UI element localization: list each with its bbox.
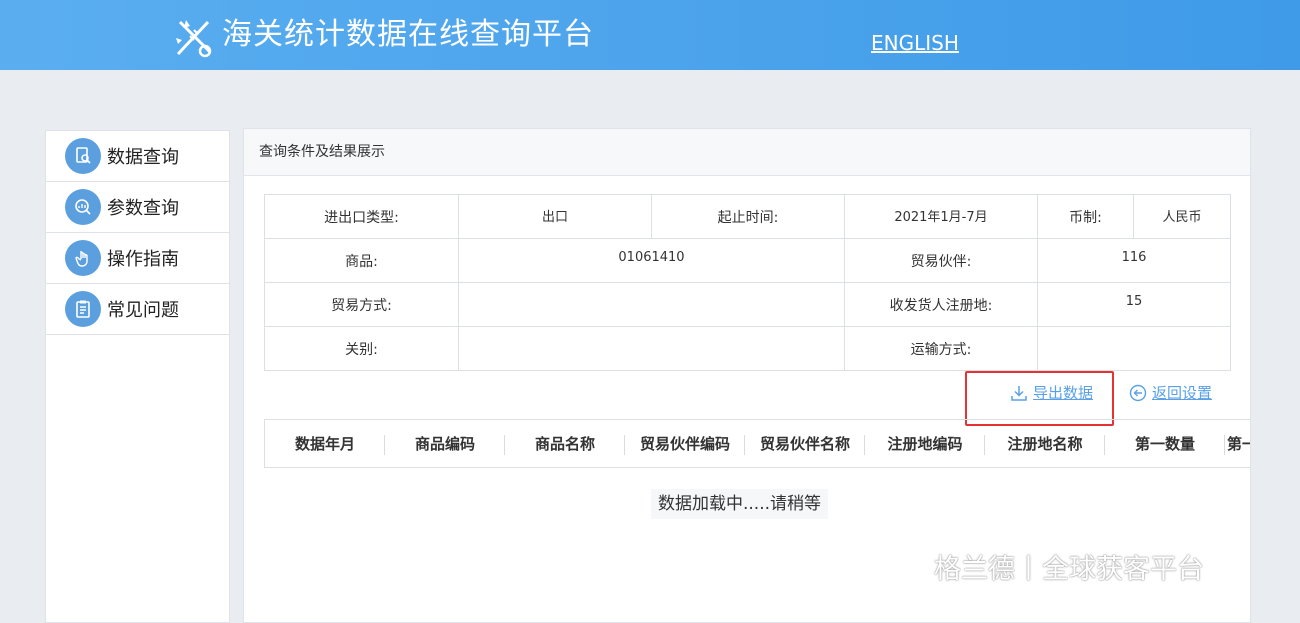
column-header[interactable]: 注册地名称 <box>985 420 1105 467</box>
commodity-label: 商品: <box>264 238 459 283</box>
sidebar-item-label: 常见问题 <box>107 300 179 321</box>
column-header[interactable]: 注册地编码 <box>865 420 985 467</box>
sidebar-item-data-query[interactable]: 数据查询 <box>46 131 229 182</box>
hand-pointer-icon <box>65 240 101 276</box>
transport-label: 运输方式: <box>844 326 1038 371</box>
top-header: 海关统计数据在线查询平台 ENGLISH <box>0 0 1300 70</box>
trade-type-value: 出口 <box>458 194 652 239</box>
watermark: 格兰德丨全球获客平台 <box>878 546 1204 586</box>
back-to-settings-button[interactable]: 返回设置 <box>1129 382 1212 403</box>
period-label: 起止时间: <box>651 194 845 239</box>
wechat-icon <box>878 547 925 584</box>
currency-value: 人民币 <box>1133 194 1231 239</box>
column-header[interactable]: 贸易伙伴名称 <box>745 420 865 467</box>
loading-message: 数据加载中.....请稍等 <box>651 489 829 519</box>
query-conditions-table: 进出口类型: 出口 起止时间: 2021年1月-7月 币制: 人民币 商品: 0… <box>264 194 1231 371</box>
trade-mode-value <box>458 282 845 327</box>
column-header[interactable]: 贸易伙伴编码 <box>625 420 745 467</box>
clipboard-icon <box>65 291 101 327</box>
sidebar-item-faq[interactable]: 常见问题 <box>46 284 229 335</box>
sidebar: 数据查询 参数查询 操作指南 常见问题 <box>45 130 230 623</box>
panel-title: 查询条件及结果展示 <box>244 129 1250 176</box>
transport-value <box>1037 326 1231 371</box>
sidebar-item-guide[interactable]: 操作指南 <box>46 233 229 284</box>
arrow-left-circle-icon <box>1129 384 1147 401</box>
sidebar-item-label: 操作指南 <box>107 249 179 270</box>
column-header[interactable]: 第一数量 <box>1105 420 1225 467</box>
period-value: 2021年1月-7月 <box>844 194 1038 239</box>
site-title: 海关统计数据在线查询平台 <box>222 17 594 52</box>
commodity-value: 01061410 <box>458 238 845 283</box>
magnify-chart-icon <box>65 189 101 225</box>
search-doc-icon <box>65 138 101 174</box>
english-link[interactable]: ENGLISH <box>871 30 959 56</box>
column-header[interactable]: 第一计量 <box>1225 420 1250 467</box>
result-table-header: 数据年月 商品编码 商品名称 贸易伙伴编码 贸易伙伴名称 注册地编码 注册地名称… <box>264 419 1250 468</box>
export-data-button[interactable]: 导出数据 <box>1010 382 1093 403</box>
sidebar-item-label: 参数查询 <box>107 198 179 219</box>
export-data-label: 导出数据 <box>1033 384 1094 402</box>
sidebar-item-param-query[interactable]: 参数查询 <box>46 182 229 233</box>
column-header[interactable]: 商品编码 <box>385 420 505 467</box>
trade-mode-label: 贸易方式: <box>264 282 459 327</box>
currency-label: 币制: <box>1037 194 1134 239</box>
download-icon <box>1011 385 1027 401</box>
customs-logo-icon <box>176 20 212 58</box>
sidebar-item-label: 数据查询 <box>107 147 179 168</box>
partner-label: 贸易伙伴: <box>844 238 1038 283</box>
back-to-settings-label: 返回设置 <box>1152 384 1213 402</box>
customs-label: 关别: <box>264 326 459 371</box>
registration-label: 收发货人注册地: <box>844 282 1038 327</box>
customs-value <box>458 326 845 371</box>
column-header[interactable]: 商品名称 <box>505 420 625 467</box>
column-header[interactable]: 数据年月 <box>265 420 385 467</box>
trade-type-label: 进出口类型: <box>264 194 459 239</box>
registration-value: 15 <box>1037 282 1231 327</box>
watermark-text: 格兰德丨全球获客平台 <box>934 553 1204 585</box>
partner-value: 116 <box>1037 238 1231 283</box>
